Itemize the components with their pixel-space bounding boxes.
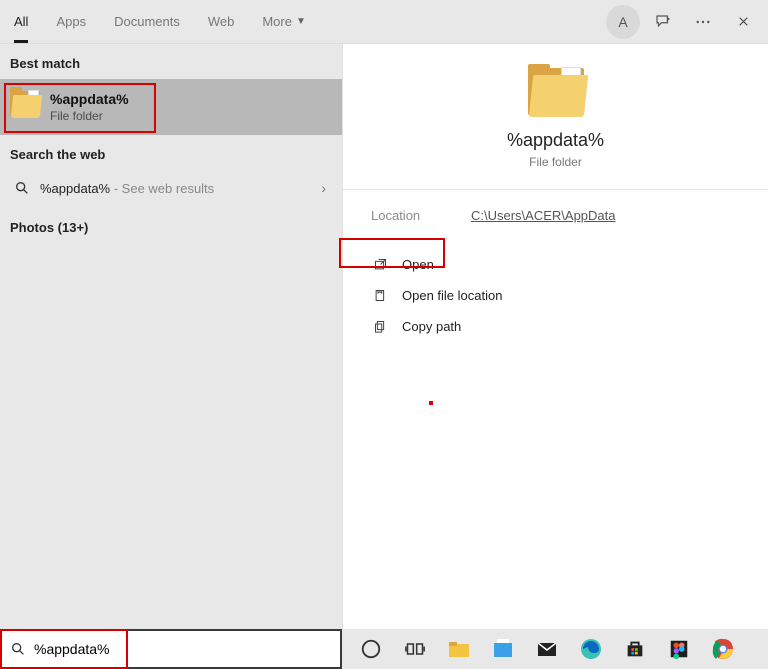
tab-documents[interactable]: Documents xyxy=(100,0,194,43)
mail-icon[interactable] xyxy=(532,634,562,664)
results-list: Best match %appdata% File folder Search … xyxy=(0,44,342,629)
search-header: All Apps Documents Web More ▼ A xyxy=(0,0,768,44)
store-icon[interactable] xyxy=(488,634,518,664)
ms-store-icon[interactable] xyxy=(620,634,650,664)
photos-section-label: Photos (13+) xyxy=(0,206,342,249)
preview-subtitle: File folder xyxy=(529,155,582,169)
chevron-down-icon: ▼ xyxy=(296,16,306,27)
search-box[interactable] xyxy=(0,629,342,669)
result-title: %appdata% xyxy=(50,91,328,107)
feedback-icon[interactable] xyxy=(646,5,680,39)
tab-web[interactable]: Web xyxy=(194,0,249,43)
copy-icon xyxy=(373,319,388,334)
preview-actions: Open Open file location Copy path xyxy=(343,241,768,350)
edge-icon[interactable] xyxy=(576,634,606,664)
search-icon xyxy=(14,180,30,196)
tab-all[interactable]: All xyxy=(0,0,42,43)
task-view-icon[interactable] xyxy=(400,634,430,664)
taskbar xyxy=(342,629,768,669)
open-file-location-label: Open file location xyxy=(402,288,502,303)
file-explorer-icon[interactable] xyxy=(444,634,474,664)
annotation-dot xyxy=(429,401,433,405)
open-label: Open xyxy=(402,257,434,272)
open-icon xyxy=(373,257,388,272)
preview-panel: %appdata% File folder Location C:\Users\… xyxy=(342,44,768,629)
location-icon xyxy=(373,288,388,303)
best-match-label: Best match xyxy=(0,44,342,79)
bottom-bar xyxy=(0,629,768,669)
copy-path-action[interactable]: Copy path xyxy=(367,311,744,342)
tab-more[interactable]: More ▼ xyxy=(248,0,320,43)
tab-more-label: More xyxy=(262,14,292,29)
more-options-icon[interactable] xyxy=(686,5,720,39)
folder-icon xyxy=(10,91,40,117)
web-query-text: %appdata% xyxy=(40,181,110,196)
location-path[interactable]: C:\Users\ACER\AppData xyxy=(471,208,616,223)
open-file-location-action[interactable]: Open file location xyxy=(367,280,744,311)
best-match-result[interactable]: %appdata% File folder xyxy=(0,79,342,135)
close-button[interactable] xyxy=(726,5,760,39)
preview-header: %appdata% File folder xyxy=(343,44,768,190)
figma-icon[interactable] xyxy=(664,634,694,664)
cortana-icon[interactable] xyxy=(356,634,386,664)
search-web-label: Search the web xyxy=(0,135,342,170)
location-row: Location C:\Users\ACER\AppData xyxy=(343,190,768,241)
web-result-text: %appdata% - See web results xyxy=(40,181,214,196)
chevron-right-icon: › xyxy=(321,180,332,196)
open-action[interactable]: Open xyxy=(367,249,744,280)
result-subtitle: File folder xyxy=(50,109,328,123)
chrome-icon[interactable] xyxy=(708,634,738,664)
web-suffix: - See web results xyxy=(110,181,214,196)
results-split: Best match %appdata% File folder Search … xyxy=(0,44,768,629)
search-icon xyxy=(10,641,26,657)
search-input[interactable] xyxy=(34,641,340,657)
folder-icon-large xyxy=(528,68,584,116)
location-label: Location xyxy=(371,208,471,223)
preview-title: %appdata% xyxy=(507,130,604,151)
header-actions: A xyxy=(606,5,760,39)
user-avatar[interactable]: A xyxy=(606,5,640,39)
filter-tabs: All Apps Documents Web More ▼ xyxy=(0,0,320,43)
tab-apps[interactable]: Apps xyxy=(42,0,100,43)
web-result-item[interactable]: %appdata% - See web results › xyxy=(0,170,342,206)
copy-path-label: Copy path xyxy=(402,319,461,334)
